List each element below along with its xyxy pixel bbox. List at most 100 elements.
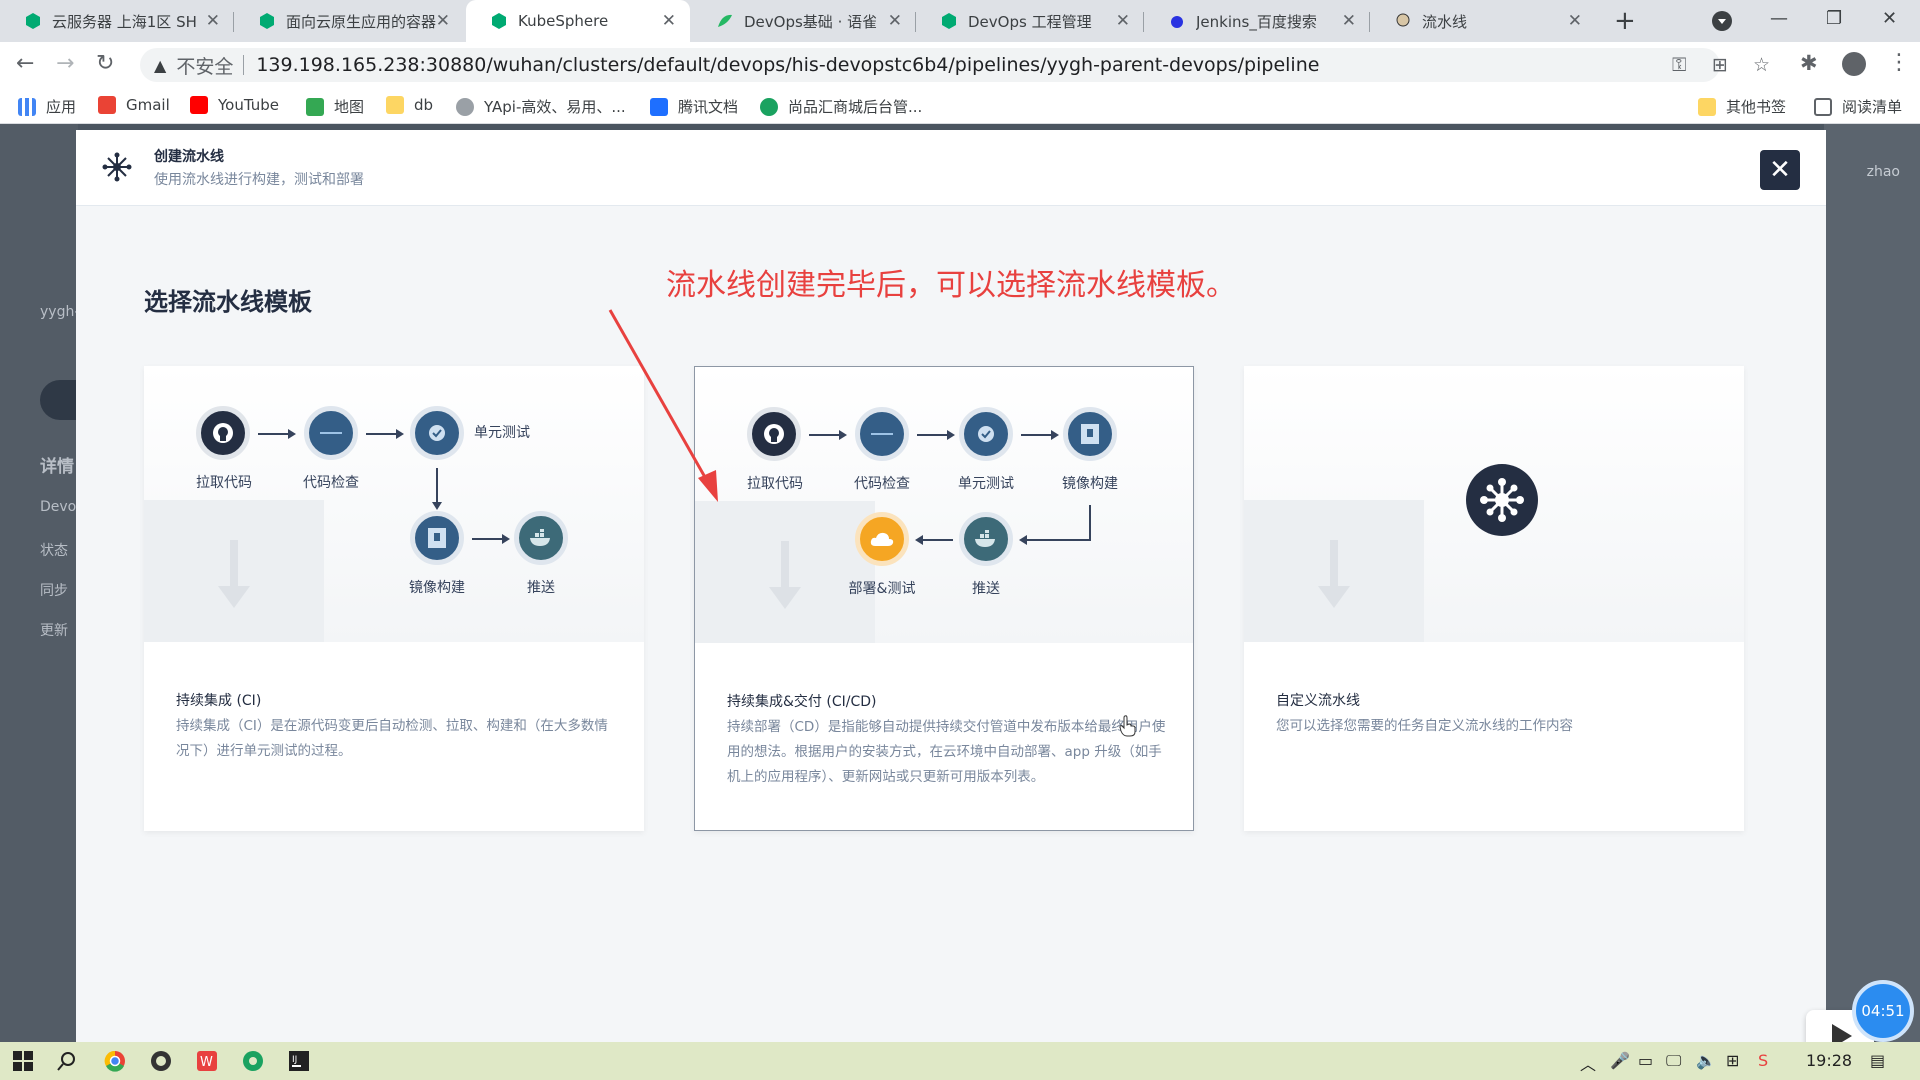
tab-devops-yuque[interactable]: DevOps基础 · 语雀 ✕ bbox=[692, 0, 916, 42]
tab-cloud-server[interactable]: 云服务器 上海1区 SH ✕ bbox=[0, 0, 234, 42]
close-icon[interactable]: ✕ bbox=[1116, 11, 1130, 31]
gmail-icon bbox=[98, 96, 116, 114]
search-icon[interactable] bbox=[56, 1050, 78, 1072]
new-tab-button[interactable]: + bbox=[1614, 7, 1636, 35]
flow-arrow bbox=[472, 534, 510, 544]
card-description: 您可以选择您需要的任务自定义流水线的工作内容 bbox=[1276, 718, 1573, 734]
card-title: 持续集成 (CI) bbox=[176, 693, 262, 709]
bg-nav-item: 详情 bbox=[40, 457, 74, 477]
windows-start-icon[interactable] bbox=[12, 1050, 34, 1072]
step-label: 部署&测试 bbox=[848, 581, 916, 597]
template-card-cicd[interactable]: 拉取代码 代码检查 单元测试 镜像构建 推送 部署&测试 持续集成&交付 (CI… bbox=[694, 366, 1194, 831]
card-illustration: 拉取代码 代码检查 单元测试 镜像构建 推送 部署&测试 bbox=[695, 367, 1193, 643]
bookmark-label: YouTube bbox=[218, 96, 279, 114]
url-text[interactable]: 139.198.165.238:30880/wuhan/clusters/def… bbox=[256, 54, 1319, 76]
ghost-graphic bbox=[695, 501, 875, 643]
bookmark-yapi[interactable]: YApi-高效、易用、... bbox=[456, 96, 626, 117]
card-description: 持续集成（CI）是在源代码变更后自动检测、拉取、构建和（在大多数情况下）进行单元… bbox=[176, 718, 608, 759]
close-window-icon[interactable]: ✕ bbox=[1882, 8, 1897, 29]
wps-icon[interactable]: W bbox=[196, 1050, 218, 1072]
restore-icon[interactable]: ❐ bbox=[1826, 8, 1842, 29]
volume-icon[interactable]: 🔈 bbox=[1696, 1051, 1716, 1070]
tray-chevron-icon[interactable]: ︿ bbox=[1580, 1051, 1596, 1075]
profile-avatar[interactable] bbox=[1842, 52, 1866, 76]
key-icon[interactable]: ⚿ bbox=[1672, 54, 1686, 76]
modal-close-button[interactable]: ✕ bbox=[1760, 150, 1800, 190]
tab-kubesphere[interactable]: KubeSphere ✕ bbox=[466, 0, 690, 42]
cloud-deploy-icon bbox=[855, 512, 909, 566]
bookmark-gmail[interactable]: Gmail bbox=[98, 96, 170, 114]
insecure-label[interactable]: 不安全 bbox=[176, 52, 233, 79]
flow-line bbox=[1089, 505, 1091, 539]
bg-username: zhao bbox=[1866, 164, 1900, 180]
obs-icon[interactable] bbox=[150, 1050, 172, 1072]
reload-icon[interactable]: ↻ bbox=[96, 51, 114, 76]
bookmark-youtube[interactable]: YouTube bbox=[190, 96, 279, 114]
battery-icon[interactable]: ▭ bbox=[1638, 1051, 1653, 1070]
bookmark-label: YApi-高效、易用、... bbox=[484, 98, 626, 116]
bookmarks-bar: 应用 Gmail YouTube 地图 db YApi-高效、易用、... 腾讯… bbox=[0, 88, 1920, 124]
svg-text:IJ: IJ bbox=[292, 1055, 297, 1065]
ime-icon[interactable]: ⊞ bbox=[1726, 1051, 1739, 1070]
warning-icon[interactable]: ▲ bbox=[154, 56, 166, 75]
app-green-icon[interactable] bbox=[242, 1050, 264, 1072]
close-icon[interactable]: ✕ bbox=[888, 11, 902, 31]
card-illustration: 拉取代码 代码检查 单元测试 镜像构建 推送 bbox=[144, 366, 644, 642]
chrome-icon[interactable] bbox=[104, 1050, 126, 1072]
recording-timer[interactable]: 04:51 bbox=[1852, 980, 1914, 1042]
menu-kebab-icon[interactable]: ⋮ bbox=[1888, 50, 1910, 75]
minimize-icon[interactable]: — bbox=[1770, 8, 1788, 29]
star-icon[interactable]: ☆ bbox=[1753, 54, 1770, 76]
back-icon[interactable]: ← bbox=[16, 51, 34, 76]
bookmark-tencent-docs[interactable]: 腾讯文档 bbox=[650, 96, 738, 117]
translate-icon[interactable]: ⊞ bbox=[1712, 54, 1728, 76]
tab-search-icon[interactable] bbox=[1712, 11, 1732, 31]
annotation-arrow-icon bbox=[608, 309, 718, 502]
tencent-docs-icon bbox=[650, 97, 668, 116]
close-icon[interactable]: ✕ bbox=[1342, 11, 1356, 31]
template-card-ci[interactable]: 拉取代码 代码检查 单元测试 镜像构建 推送 持续集成 (CI) 持续集成（CI… bbox=[144, 366, 644, 831]
kubesphere-favicon-icon bbox=[260, 13, 274, 29]
bg-nav-item: 状态 bbox=[40, 543, 68, 559]
tab-jenkins-search[interactable]: Jenkins_百度搜索 ✕ bbox=[1144, 0, 1370, 42]
notification-icon[interactable]: ▤ bbox=[1870, 1051, 1885, 1070]
intellij-icon[interactable]: IJ bbox=[288, 1050, 310, 1072]
flow-arrow bbox=[1019, 535, 1091, 545]
tab-pipeline[interactable]: 流水线 ✕ bbox=[1370, 0, 1596, 42]
sonarqube-icon bbox=[304, 406, 358, 460]
bookmark-db[interactable]: db bbox=[386, 96, 433, 114]
bookmark-label: db bbox=[414, 96, 434, 114]
bookmark-reading-list[interactable]: 阅读清单 bbox=[1814, 96, 1902, 117]
step-label: 代码检查 bbox=[854, 476, 910, 492]
flow-arrow bbox=[366, 429, 404, 439]
bookmark-label: Gmail bbox=[126, 96, 170, 114]
tab-title: DevOps基础 · 语雀 bbox=[744, 12, 878, 31]
extensions-icon[interactable]: ✱ bbox=[1800, 51, 1818, 75]
template-card-custom[interactable]: 自定义流水线 您可以选择您需要的任务自定义流水线的工作内容 bbox=[1244, 366, 1744, 831]
forward-icon[interactable]: → bbox=[56, 51, 74, 76]
sonarqube-icon bbox=[855, 407, 909, 461]
network-icon[interactable]: 🖵 bbox=[1666, 1051, 1681, 1071]
step-label: 单元测试 bbox=[958, 476, 1014, 492]
bookmark-apps[interactable]: 应用 bbox=[18, 96, 76, 117]
microphone-icon[interactable]: 🎤 bbox=[1610, 1051, 1630, 1070]
taskbar-clock[interactable]: 19:28 bbox=[1806, 1051, 1852, 1070]
svg-text:W: W bbox=[200, 1055, 213, 1070]
bookmark-label: 腾讯文档 bbox=[678, 98, 739, 116]
bookmark-maps[interactable]: 地图 bbox=[306, 96, 364, 117]
close-icon[interactable]: ✕ bbox=[1568, 11, 1582, 31]
kubesphere-favicon-icon bbox=[26, 13, 40, 29]
close-icon[interactable]: ✕ bbox=[662, 11, 676, 31]
close-icon[interactable]: ✕ bbox=[436, 11, 450, 31]
close-icon[interactable]: ✕ bbox=[206, 11, 220, 31]
sogou-icon[interactable]: S bbox=[1758, 1051, 1768, 1070]
card-title: 持续集成&交付 (CI/CD) bbox=[727, 694, 877, 710]
card-title: 自定义流水线 bbox=[1276, 693, 1360, 709]
address-bar[interactable]: ▲ 不安全 139.198.165.238:30880/wuhan/cluste… bbox=[140, 48, 1720, 82]
tab-cloud-native[interactable]: 面向云原生应用的容器 ✕ bbox=[234, 0, 464, 42]
bookmark-other[interactable]: 其他书签 bbox=[1698, 96, 1786, 117]
card-illustration bbox=[1244, 366, 1744, 642]
bookmark-shangpinhui[interactable]: 尚品汇商城后台管... bbox=[760, 96, 922, 117]
tab-devops-project[interactable]: DevOps 工程管理 ✕ bbox=[916, 0, 1144, 42]
browser-toolbar: ← → ↻ ▲ 不安全 139.198.165.238:30880/wuhan/… bbox=[0, 42, 1920, 88]
